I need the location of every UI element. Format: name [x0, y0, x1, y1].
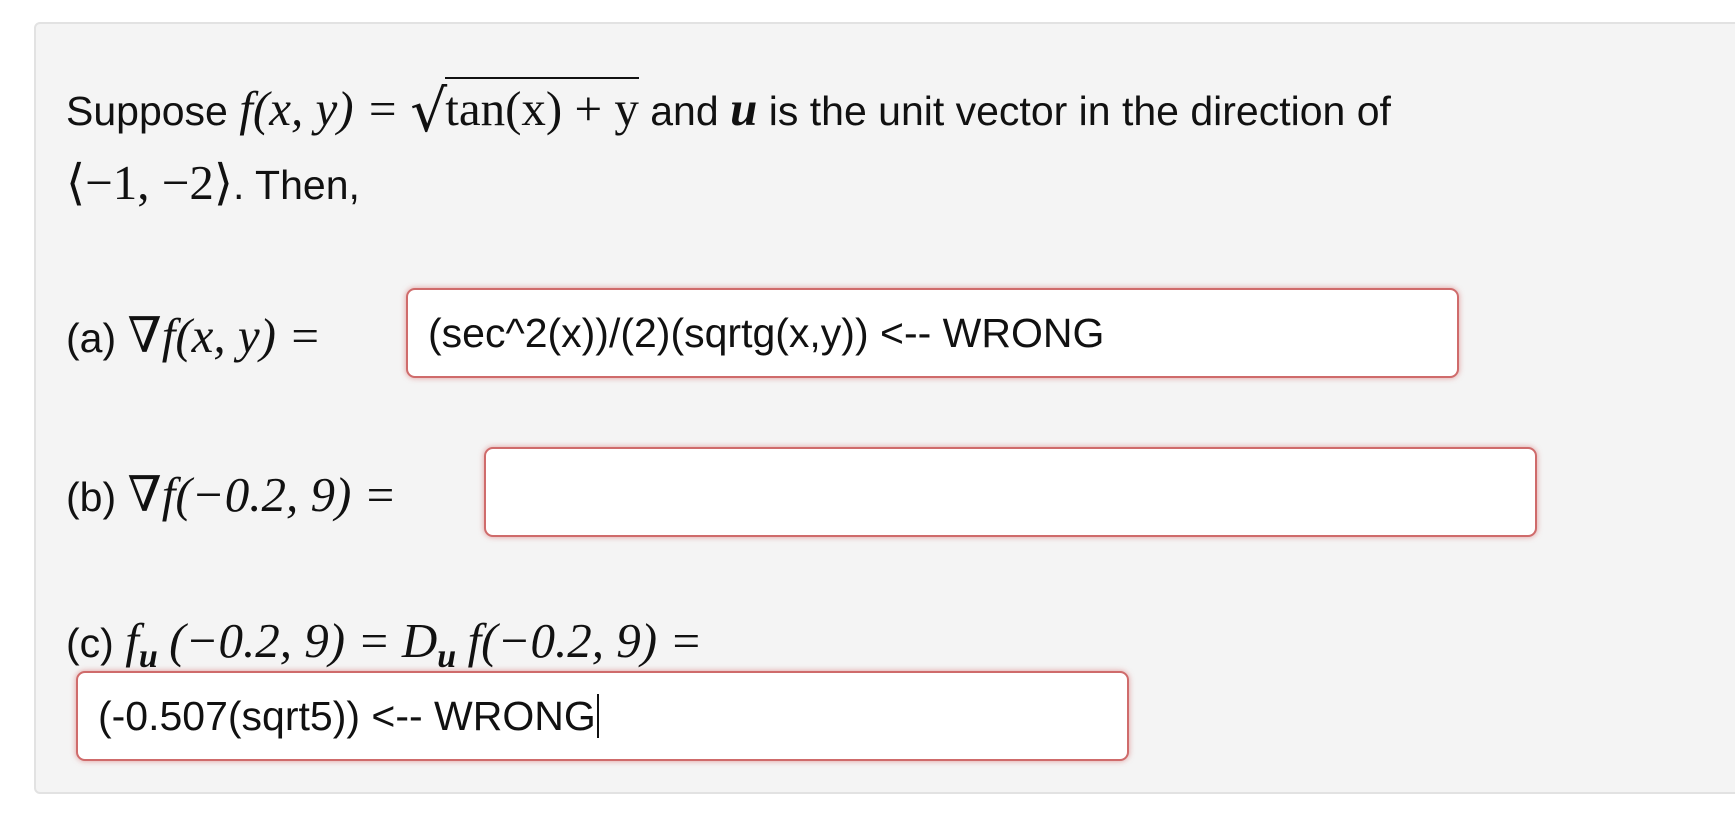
part-c-point-1: (−0.2, 9) = — [169, 613, 391, 668]
and-text: and — [650, 88, 719, 134]
directional-derivative-f: f — [125, 613, 139, 668]
unit-vector-symbol: u — [730, 81, 758, 136]
then-text: . Then, — [233, 162, 360, 208]
function-definition: f(x, y) = — [239, 81, 399, 136]
part-a-label: (a) — [66, 315, 117, 361]
part-a-expression: ∇f(x, y) = — [127, 308, 322, 363]
part-a-answer-input[interactable]: (sec^2(x))/(2)(sqrtg(x,y)) <-- WRONG — [406, 288, 1459, 378]
part-c-label: (c) — [66, 620, 114, 666]
part-c-prompt: (c) fu (−0.2, 9) = Du f(−0.2, 9) = — [66, 616, 702, 674]
directional-derivative-D: D — [401, 613, 438, 668]
unit-vector-description: is the unit vector in the direction of — [768, 88, 1391, 134]
part-b-expression: ∇f(−0.2, 9) = — [127, 467, 397, 522]
radical-sign-icon: √ — [410, 77, 448, 145]
radicand: tan(x) + y — [445, 77, 639, 136]
direction-vector: ⟨−1, −2⟩ — [66, 155, 234, 210]
part-c-answer-input[interactable]: (-0.507(sqrt5)) <-- WRONG — [76, 671, 1129, 761]
part-c-answer-value: (-0.507(sqrt5)) <-- WRONG — [98, 693, 596, 739]
part-b-prompt: (b) ∇f(−0.2, 9) = — [66, 470, 397, 519]
intro-word: Suppose — [66, 88, 228, 134]
part-b-label: (b) — [66, 474, 117, 520]
problem-statement-line-2: ⟨−1, −2⟩. Then, — [66, 158, 360, 207]
problem-statement-line-1: Suppose f(x, y) = √tan(x) + y and u is t… — [66, 77, 1391, 140]
subscript-u: u — [138, 638, 158, 675]
part-a-answer-value: (sec^2(x))/(2)(sqrtg(x,y)) <-- WRONG — [428, 310, 1105, 356]
part-a-prompt: (a) ∇f(x, y) = — [66, 311, 321, 360]
part-b-answer-input[interactable] — [484, 447, 1537, 537]
text-caret — [596, 694, 599, 738]
part-c-point-2: f(−0.2, 9) = — [467, 613, 703, 668]
subscript-u-2: u — [437, 638, 457, 675]
square-root-expression: √tan(x) + y — [410, 77, 639, 140]
